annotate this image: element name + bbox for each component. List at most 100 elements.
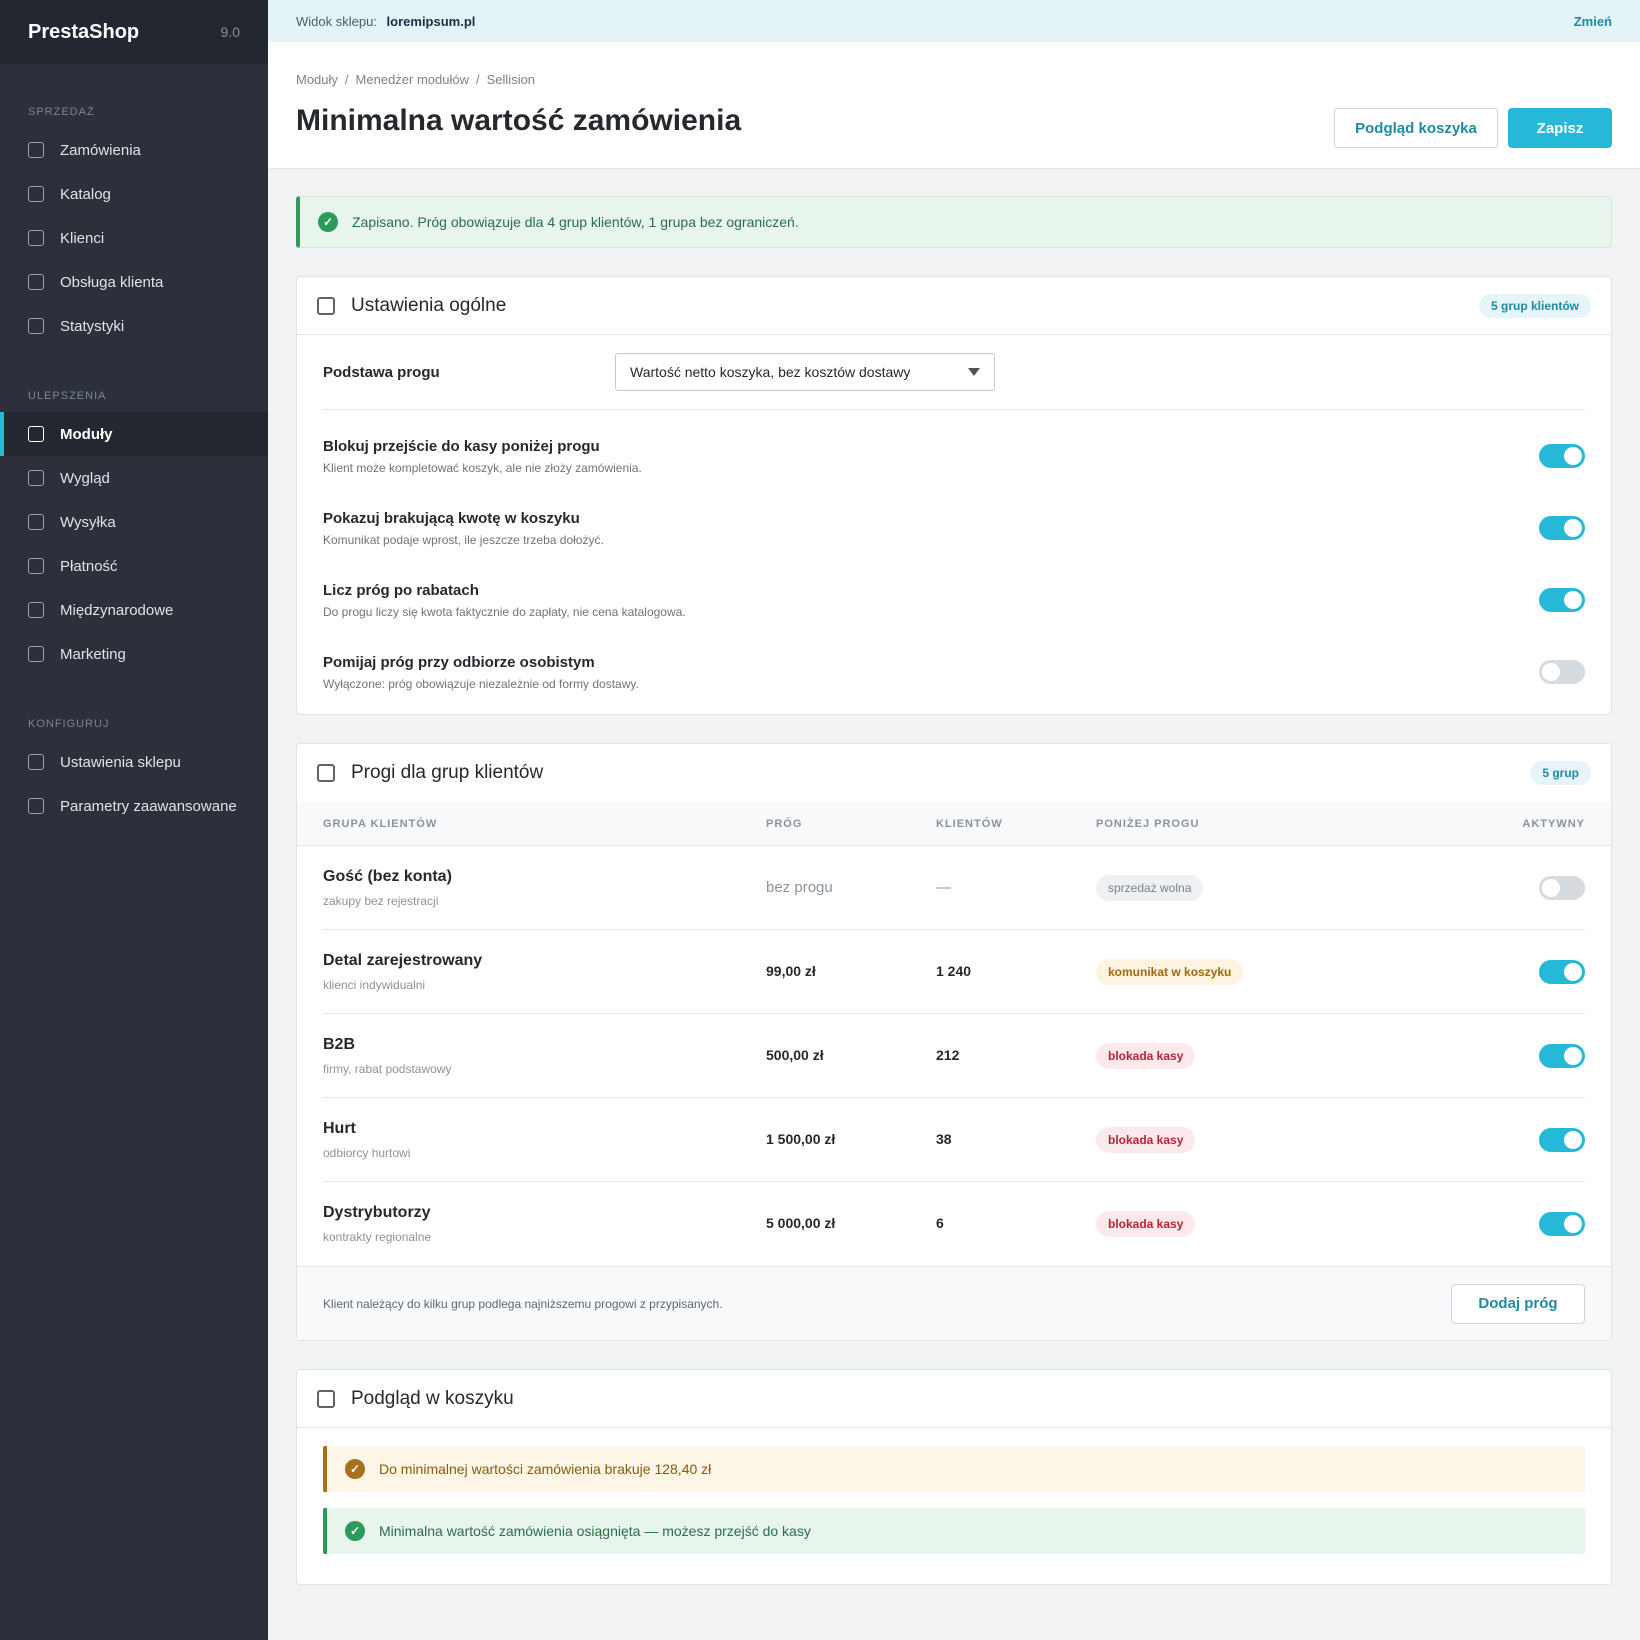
sidebar-item-advanced[interactable]: Parametry zaawansowane [0, 784, 268, 828]
groups-count-badge: 5 grup [1530, 761, 1591, 785]
table-row: Gość (bez konta) zakupy bez rejestracji b… [323, 846, 1585, 930]
customer-count: 6 [936, 1215, 944, 1231]
catalog-icon [28, 186, 44, 202]
toggle-description: Klient może kompletować koszyk, ale nie … [323, 460, 642, 475]
toggle-list: Blokuj przejście do kasy poniżej progu Kl… [297, 410, 1611, 714]
marketing-icon [28, 646, 44, 662]
threshold-basis-row: Podstawa progu Wartość netto koszyka, be… [297, 335, 1611, 409]
show-missing-amount-toggle[interactable] [1539, 516, 1585, 540]
sidebar-item-design[interactable]: Wygląd [0, 456, 268, 500]
nav-section-label: ULEPSZENIA [28, 390, 107, 402]
toggle-row-block-checkout: Blokuj przejście do kasy poniżej progu Kl… [297, 420, 1611, 492]
sidebar-item-modules[interactable]: Moduły [0, 412, 268, 456]
customer-count: 38 [936, 1130, 952, 1147]
success-alert: ✓ Zapisano. Próg obowiązuje dla 4 grup k… [296, 196, 1612, 248]
block-checkout-toggle[interactable] [1539, 444, 1585, 468]
shop-domain-link[interactable]: loremipsum.pl [387, 14, 476, 29]
change-shop-link[interactable]: Zmień [1574, 14, 1612, 29]
group-active-toggle[interactable] [1539, 959, 1585, 984]
shop-view-label: Widok sklepu: [296, 13, 377, 29]
group-active-toggle[interactable] [1539, 1127, 1585, 1152]
group-name: Gość (bez konta) [323, 867, 452, 885]
sidebar-item-shipping[interactable]: Wysyłka [0, 500, 268, 544]
skip-pickup-toggle[interactable] [1539, 660, 1585, 684]
stats-icon [28, 318, 44, 334]
brand-logo[interactable]: PrestaShop [28, 21, 139, 44]
groups-count-badge: 5 grup klientów [1478, 293, 1591, 318]
column-header-group[interactable]: GRUPA KLIENTÓW [323, 818, 766, 830]
sidebar-item-shop-settings[interactable]: Ustawienia sklepu [0, 740, 268, 784]
card-title: Ustawienia ogólne [317, 295, 506, 317]
card-header: Podgląd w koszyku [297, 1370, 1611, 1428]
customer-count: 212 [936, 1046, 960, 1063]
sidebar-item-payment[interactable]: Płatność [0, 544, 268, 588]
main-content: ✓ Zapisano. Próg obowiązuje dla 4 grup k… [296, 196, 1612, 1585]
threshold-basis-value: Wartość netto koszyka, bez kosztów dosta… [630, 364, 911, 380]
sidebar-item-catalog[interactable]: Katalog [0, 172, 268, 216]
breadcrumb-separator: / [344, 72, 349, 87]
shop-settings-icon [28, 754, 44, 770]
shop-view-info: Widok sklepu: loremipsum.pl [296, 14, 475, 29]
caret-down-icon [968, 368, 980, 376]
check-circle-icon: ✓ [318, 212, 338, 232]
threshold-value: bez progu [766, 878, 833, 896]
threshold-value: 1 500,00 zł [766, 1130, 836, 1147]
success-alert-text: Zapisano. Próg obowiązuje dla 4 grup kli… [352, 214, 799, 230]
breadcrumb-item[interactable]: Menedżer modułów [356, 72, 469, 87]
customer-count: 1 240 [936, 962, 972, 979]
sidebar-item-orders[interactable]: Zamówienia [0, 128, 268, 172]
threshold-basis-select[interactable]: Wartość netto koszyka, bez kosztów dosta… [615, 353, 995, 391]
column-header-customers[interactable]: KLIENTÓW [936, 818, 1096, 830]
column-header-below[interactable]: PONIŻEJ PROGU [1096, 818, 1525, 830]
sidebar-item-customers[interactable]: Klienci [0, 216, 268, 260]
cart-icon [317, 1389, 335, 1408]
shipping-icon [28, 514, 44, 530]
group-name: B2B [323, 1035, 356, 1053]
table-header: GRUPA KLIENTÓW PRÓG KLIENTÓW PONIŻEJ PRO… [297, 802, 1611, 846]
advanced-icon [28, 798, 44, 814]
add-threshold-button[interactable]: Dodaj próg [1451, 1283, 1585, 1324]
group-active-toggle[interactable] [1539, 1043, 1585, 1068]
group-active-toggle[interactable] [1539, 875, 1585, 900]
status-badge: blokada kasy [1096, 1126, 1196, 1153]
toggle-description: Komunikat podaje wprost, ile jeszcze trz… [323, 532, 604, 547]
page-title: Minimalna wartość zamówienia [296, 104, 742, 137]
table-row: B2B firmy, rabat podstawowy 500,00 zł 212… [323, 1014, 1585, 1098]
toggle-row-show-missing: Pokazuj brakującą kwotę w koszyku Komunik… [297, 492, 1611, 564]
shop-view-bar: Widok sklepu: loremipsum.pl Zmień [268, 0, 1640, 42]
sidebar-item-label: Wygląd [60, 469, 110, 487]
threshold-value: 99,00 zł [766, 962, 816, 979]
cart-preview-card: Podgląd w koszyku ✓ Do minimalnej wartoś… [296, 1369, 1612, 1585]
sidebar-item-label: Ustawienia sklepu [60, 753, 181, 771]
groups-icon [317, 764, 335, 782]
column-header-threshold[interactable]: PRÓG [766, 818, 936, 830]
card-title-text: Progi dla grup klientów [351, 762, 544, 783]
table-row: Dystrybutorzy kontrakty regionalne 5 000,… [323, 1182, 1585, 1266]
cart-preview-button[interactable]: Podgląd koszyka [1334, 108, 1498, 148]
toggle-title: Blokuj przejście do kasy poniżej progu [323, 437, 600, 455]
sidebar-item-stats[interactable]: Statystyki [0, 304, 268, 348]
card-header: Ustawienia ogólne 5 grup klientów [297, 277, 1611, 335]
card-header: Progi dla grup klientów 5 grup [297, 744, 1611, 802]
after-discounts-toggle[interactable] [1539, 588, 1585, 612]
missing-amount-alert: ✓ Do minimalnej wartości zamówienia brak… [323, 1446, 1585, 1492]
group-thresholds-card: Progi dla grup klientów 5 grup GRUPA KLI… [296, 743, 1612, 1341]
brand-version: 9.0 [220, 24, 240, 40]
status-badge: sprzedaż wolna [1096, 874, 1204, 901]
breadcrumb-item[interactable]: Moduły [296, 72, 338, 87]
breadcrumb-item[interactable]: Sellision [487, 72, 535, 87]
group-description: odbiorcy hurtowi [323, 1145, 411, 1160]
toggle-description: Wyłączone: próg obowiązuje niezależnie o… [323, 676, 639, 691]
save-button[interactable]: Zapisz [1508, 108, 1612, 148]
group-name: Detal zarejestrowany [323, 951, 483, 969]
group-description: klienci indywidualni [323, 977, 426, 992]
column-header-active[interactable]: AKTYWNY [1522, 818, 1585, 830]
status-badge: komunikat w koszyku [1096, 958, 1244, 985]
sidebar-item-international[interactable]: Międzynarodowe [0, 588, 268, 632]
sidebar-item-marketing[interactable]: Marketing [0, 632, 268, 676]
sidebar-item-customer-service[interactable]: Obsługa klienta [0, 260, 268, 304]
group-active-toggle[interactable] [1539, 1212, 1585, 1236]
sidebar-item-label: Klienci [60, 229, 105, 247]
sidebar: PrestaShop 9.0 SPRZEDAŻ Zamówienia Katal… [0, 0, 268, 1640]
toggle-description: Do progu liczy się kwota faktycznie do z… [323, 604, 686, 619]
